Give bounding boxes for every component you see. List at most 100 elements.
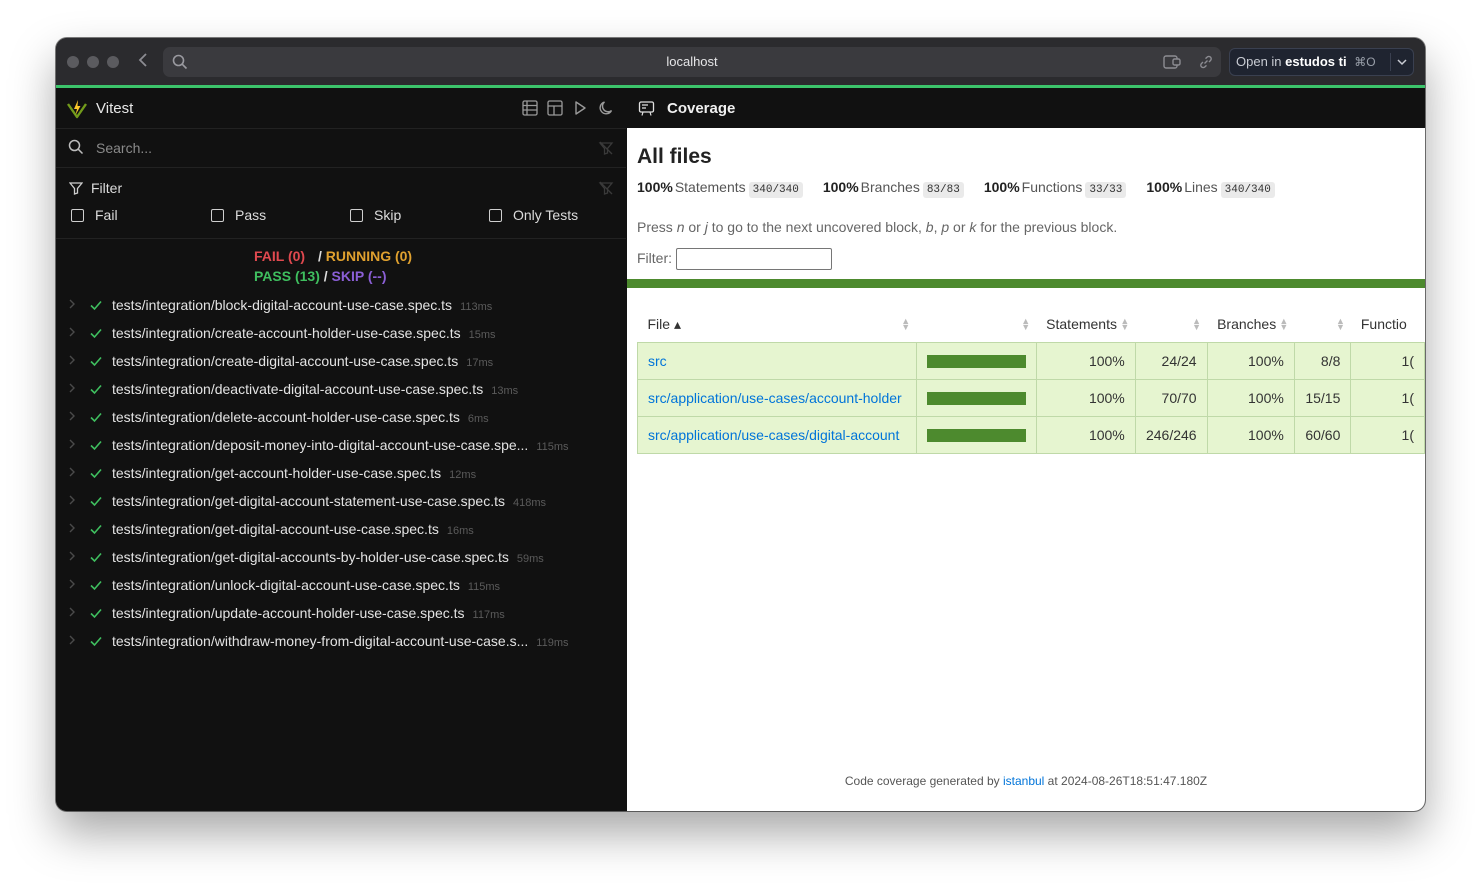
reset-filter-icon[interactable] bbox=[598, 180, 614, 196]
test-file-item[interactable]: tests/integration/delete-account-holder-… bbox=[56, 404, 626, 432]
coverage-filter-input[interactable] bbox=[676, 248, 832, 270]
test-file-name: tests/integration/get-digital-account-us… bbox=[112, 521, 474, 537]
file-link[interactable]: src bbox=[648, 353, 667, 369]
test-file-item[interactable]: tests/integration/update-account-holder-… bbox=[56, 600, 626, 628]
coverage-bar-column-header[interactable]: ▲ ▼ bbox=[916, 306, 1036, 343]
filter-skip-checkbox[interactable]: Skip bbox=[350, 207, 401, 223]
pass-count: PASS (13) bbox=[254, 268, 320, 284]
test-file-item[interactable]: tests/integration/get-digital-accounts-b… bbox=[56, 544, 626, 572]
branches-pct-cell: 100% bbox=[1206, 379, 1295, 417]
minimize-window-button[interactable] bbox=[87, 56, 99, 68]
statements-count-column-header[interactable]: ▲ ▼ bbox=[1135, 306, 1207, 343]
test-file-item[interactable]: tests/integration/withdraw-money-from-di… bbox=[56, 628, 626, 656]
check-icon bbox=[90, 608, 102, 619]
test-file-name: tests/integration/delete-account-holder-… bbox=[112, 409, 489, 425]
filter-fail-checkbox[interactable]: Fail bbox=[71, 207, 118, 223]
chevron-right-icon[interactable] bbox=[68, 410, 76, 425]
statements-column-header[interactable]: Statements ▲ ▼ bbox=[1036, 306, 1135, 343]
test-file-name: tests/integration/unlock-digital-account… bbox=[112, 577, 501, 593]
chevron-right-icon[interactable] bbox=[68, 578, 76, 593]
test-duration: 115ms bbox=[536, 441, 569, 453]
clear-filter-icon[interactable] bbox=[598, 140, 614, 156]
chevron-right-icon[interactable] bbox=[68, 522, 76, 537]
statements-pct-cell: 100% bbox=[1035, 416, 1136, 454]
chevron-right-icon[interactable] bbox=[68, 298, 76, 313]
check-icon bbox=[90, 384, 102, 395]
test-file-name: tests/integration/get-digital-accounts-b… bbox=[112, 549, 544, 565]
check-icon bbox=[90, 524, 102, 535]
chevron-right-icon[interactable] bbox=[68, 634, 76, 649]
branches-pct-cell: 100% bbox=[1206, 416, 1295, 454]
filter-pass-checkbox[interactable]: Pass bbox=[211, 207, 266, 223]
browser-window: localhost Open in estudos ti ⌘O Vitest S… bbox=[56, 38, 1425, 811]
functions-column-header[interactable]: Functio bbox=[1351, 306, 1425, 343]
sort-icon: ▲ ▼ bbox=[1335, 316, 1345, 332]
branches-pct-cell: 100% bbox=[1206, 342, 1295, 380]
file-link[interactable]: src/application/use-cases/digital-accoun… bbox=[648, 427, 899, 443]
check-icon bbox=[90, 300, 102, 311]
test-duration: 117ms bbox=[472, 609, 505, 621]
test-file-name: tests/integration/get-digital-account-st… bbox=[112, 493, 547, 509]
link-icon[interactable] bbox=[1198, 54, 1214, 70]
test-file-item[interactable]: tests/integration/deposit-money-into-dig… bbox=[56, 432, 626, 460]
test-file-item[interactable]: tests/integration/create-digital-account… bbox=[56, 348, 626, 376]
close-window-button[interactable] bbox=[67, 56, 79, 68]
coverage-status-bar bbox=[627, 279, 1425, 288]
chevron-right-icon[interactable] bbox=[68, 326, 76, 341]
vitest-header: Vitest bbox=[56, 88, 626, 129]
coverage-bar-cell bbox=[915, 342, 1037, 380]
back-button[interactable] bbox=[138, 52, 154, 72]
coverage-header: Coverage bbox=[627, 88, 1425, 128]
test-file-item[interactable]: tests/integration/unlock-digital-account… bbox=[56, 572, 626, 600]
coverage-report: All files 100% Statements 340/340 100% Branc… bbox=[627, 128, 1425, 811]
zoom-window-button[interactable] bbox=[107, 56, 119, 68]
filter-panel: Filter Fail Pass Skip Only Tests bbox=[56, 168, 626, 239]
browser-titlebar: localhost Open in estudos ti ⌘O bbox=[56, 38, 1425, 88]
branches-frac-cell: 8/8 bbox=[1293, 342, 1352, 380]
test-file-item[interactable]: tests/integration/get-account-holder-use… bbox=[56, 460, 626, 488]
branches-count-column-header[interactable]: ▲ ▼ bbox=[1294, 306, 1351, 343]
chevron-right-icon[interactable] bbox=[68, 466, 76, 481]
coverage-stat: 100% Branches 83/83 bbox=[823, 179, 964, 198]
statements-frac-cell: 70/70 bbox=[1134, 379, 1208, 417]
sort-icon: ▲ ▼ bbox=[1279, 316, 1289, 332]
report-heading: All files bbox=[637, 145, 712, 168]
statements-pct-cell: 100% bbox=[1035, 379, 1136, 417]
coverage-bar-cell bbox=[915, 379, 1037, 417]
test-file-item[interactable]: tests/integration/get-digital-account-st… bbox=[56, 488, 626, 516]
chevron-down-icon[interactable] bbox=[1397, 49, 1407, 85]
test-file-item[interactable]: tests/integration/block-digital-account-… bbox=[56, 292, 626, 320]
test-file-item[interactable]: tests/integration/create-account-holder-… bbox=[56, 320, 626, 348]
chevron-right-icon[interactable] bbox=[68, 354, 76, 369]
branches-frac-cell: 15/15 bbox=[1293, 379, 1352, 417]
chevron-right-icon[interactable] bbox=[68, 438, 76, 453]
play-icon[interactable] bbox=[571, 99, 589, 117]
branches-column-header[interactable]: Branches ▲ ▼ bbox=[1207, 306, 1294, 343]
moon-icon[interactable] bbox=[597, 99, 615, 117]
dashboard-icon[interactable] bbox=[546, 99, 564, 117]
chevron-right-icon[interactable] bbox=[68, 382, 76, 397]
list-view-icon[interactable] bbox=[521, 99, 539, 117]
check-icon bbox=[90, 580, 102, 591]
test-file-item[interactable]: tests/integration/get-digital-account-us… bbox=[56, 516, 626, 544]
fail-count: FAIL (0) bbox=[254, 248, 306, 264]
test-duration: 119ms bbox=[536, 637, 569, 649]
file-link[interactable]: src/application/use-cases/account-holder bbox=[648, 390, 902, 406]
test-duration: 17ms bbox=[466, 357, 494, 369]
check-icon bbox=[90, 552, 102, 563]
extension-icon[interactable] bbox=[1163, 54, 1181, 70]
file-column-header[interactable]: File ▴ ▲ ▼ bbox=[638, 306, 917, 343]
istanbul-link[interactable]: istanbul bbox=[1003, 774, 1044, 788]
search-input[interactable] bbox=[94, 136, 578, 160]
coverage-stat: 100% Lines 340/340 bbox=[1146, 179, 1275, 198]
filter-only-tests-checkbox[interactable]: Only Tests bbox=[489, 207, 578, 223]
address-bar[interactable]: localhost bbox=[163, 47, 1221, 77]
coverage-stat: 100% Functions 33/33 bbox=[984, 179, 1127, 198]
chevron-right-icon[interactable] bbox=[68, 606, 76, 621]
vitest-sidebar: Vitest Filter Fail Pass Skip Only Tests … bbox=[56, 88, 626, 811]
chevron-right-icon[interactable] bbox=[68, 494, 76, 509]
statements-frac-cell: 246/246 bbox=[1134, 416, 1208, 454]
chevron-right-icon[interactable] bbox=[68, 550, 76, 565]
test-file-item[interactable]: tests/integration/deactivate-digital-acc… bbox=[56, 376, 626, 404]
open-in-editor-button[interactable]: Open in estudos ti ⌘O bbox=[1229, 48, 1414, 76]
